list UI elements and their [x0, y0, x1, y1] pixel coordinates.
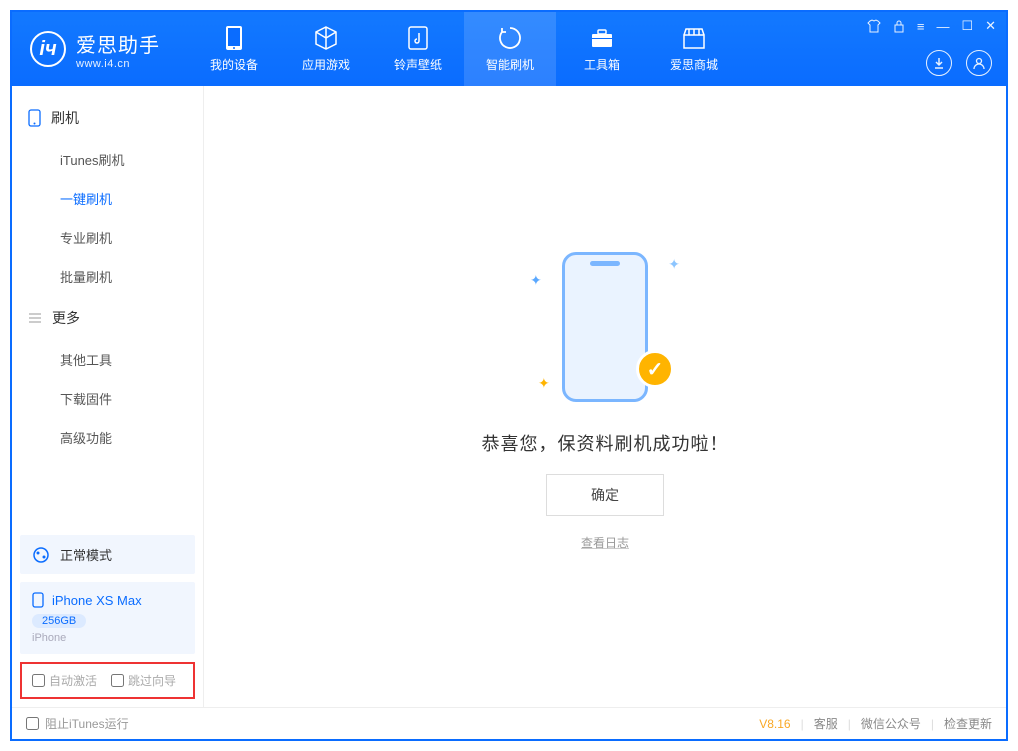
- maximize-button[interactable]: ☐: [961, 18, 973, 34]
- nav-label: 我的设备: [210, 56, 258, 73]
- skip-guide-checkbox[interactable]: 跳过向导: [111, 672, 176, 689]
- sidebar: 刷机 iTunes刷机 一键刷机 专业刷机 批量刷机 更多 其他工具 下载固件 …: [12, 86, 204, 707]
- sidebar-item-download-firmware[interactable]: 下载固件: [12, 379, 203, 418]
- logo-block: iч 爱思助手 www.i4.cn: [12, 12, 178, 86]
- window-controls: ≡ — ☐ ✕: [867, 18, 996, 34]
- nav-label: 智能刷机: [486, 56, 534, 73]
- nav-ringtone-wallpaper[interactable]: 铃声壁纸: [372, 12, 464, 86]
- app-subtitle: www.i4.cn: [76, 58, 160, 70]
- device-type: iPhone: [32, 632, 66, 644]
- sidebar-bottom: 正常模式 iPhone XS Max 256GB iPhone 自动激活 跳过向…: [12, 527, 203, 707]
- menu-icon[interactable]: ≡: [917, 19, 925, 34]
- lock-icon[interactable]: [893, 19, 905, 33]
- sparkle-icon: ✦: [530, 272, 542, 289]
- sidebar-section-flash: 刷机: [12, 96, 203, 140]
- footer-right: V8.16 | 客服 | 微信公众号 | 检查更新: [759, 715, 992, 732]
- download-icon[interactable]: [926, 50, 952, 76]
- footer-link-update[interactable]: 检查更新: [944, 715, 992, 732]
- toolbox-icon: [589, 25, 615, 51]
- phone-icon: [28, 109, 41, 127]
- section-title: 刷机: [51, 108, 79, 128]
- sparkle-icon: ✦: [668, 256, 680, 273]
- app-name: 爱思助手: [76, 29, 160, 58]
- nav-store[interactable]: 爱思商城: [648, 12, 740, 86]
- app-title-text: 爱思助手 www.i4.cn: [76, 29, 160, 70]
- success-message: 恭喜您，保资料刷机成功啦！: [482, 430, 729, 456]
- sidebar-section-more: 更多: [12, 296, 203, 340]
- block-itunes-checkbox[interactable]: 阻止iTunes运行: [26, 715, 129, 732]
- footer: 阻止iTunes运行 V8.16 | 客服 | 微信公众号 | 检查更新: [12, 707, 1006, 739]
- nav-apps-games[interactable]: 应用游戏: [280, 12, 372, 86]
- sidebar-item-pro-flash[interactable]: 专业刷机: [12, 218, 203, 257]
- close-button[interactable]: ✕: [985, 18, 996, 34]
- header-right-icons: [926, 50, 992, 76]
- mode-card[interactable]: 正常模式: [20, 535, 195, 574]
- sidebar-item-advanced[interactable]: 高级功能: [12, 418, 203, 457]
- auto-activate-checkbox[interactable]: 自动激活: [32, 672, 97, 689]
- refresh-shield-icon: [497, 25, 523, 51]
- app-logo-icon: iч: [30, 31, 66, 67]
- version-label: V8.16: [759, 717, 790, 731]
- main-content: ✦ ✦ ✦ ✓ 恭喜您，保资料刷机成功啦！ 确定 查看日志: [204, 86, 1006, 707]
- cube-icon: [313, 25, 339, 51]
- mode-icon: [32, 546, 50, 564]
- nav-label: 铃声壁纸: [394, 56, 442, 73]
- user-icon[interactable]: [966, 50, 992, 76]
- options-row: 自动激活 跳过向导: [20, 662, 195, 699]
- sidebar-scroll: 刷机 iTunes刷机 一键刷机 专业刷机 批量刷机 更多 其他工具 下载固件 …: [12, 86, 203, 527]
- minimize-button[interactable]: —: [936, 19, 949, 34]
- device-name-row: iPhone XS Max: [32, 592, 142, 608]
- device-card[interactable]: iPhone XS Max 256GB iPhone: [20, 582, 195, 654]
- music-file-icon: [405, 25, 431, 51]
- titlebar: iч 爱思助手 www.i4.cn 我的设备 应用游戏 铃声壁纸 智能刷机: [12, 12, 1006, 86]
- sidebar-item-oneclick-flash[interactable]: 一键刷机: [12, 179, 203, 218]
- nav-toolbox[interactable]: 工具箱: [556, 12, 648, 86]
- mode-label: 正常模式: [60, 545, 112, 564]
- success-illustration: ✦ ✦ ✦ ✓: [530, 242, 680, 412]
- device-name: iPhone XS Max: [52, 593, 142, 608]
- main-nav: 我的设备 应用游戏 铃声壁纸 智能刷机 工具箱 爱思商城: [188, 12, 740, 86]
- nav-label: 工具箱: [584, 56, 620, 73]
- storage-badge: 256GB: [32, 614, 86, 628]
- tshirt-icon[interactable]: [867, 19, 881, 33]
- section-title: 更多: [52, 308, 80, 328]
- nav-label: 爱思商城: [670, 56, 718, 73]
- phone-graphic: [562, 252, 648, 402]
- checkmark-badge-icon: ✓: [636, 350, 674, 388]
- app-body: 刷机 iTunes刷机 一键刷机 专业刷机 批量刷机 更多 其他工具 下载固件 …: [12, 86, 1006, 707]
- phone-small-icon: [32, 592, 44, 608]
- sidebar-item-itunes-flash[interactable]: iTunes刷机: [12, 140, 203, 179]
- sparkle-icon: ✦: [538, 375, 550, 392]
- app-window: iч 爱思助手 www.i4.cn 我的设备 应用游戏 铃声壁纸 智能刷机: [10, 10, 1008, 741]
- view-log-link[interactable]: 查看日志: [581, 534, 629, 551]
- nav-my-device[interactable]: 我的设备: [188, 12, 280, 86]
- nav-smart-flash[interactable]: 智能刷机: [464, 12, 556, 86]
- device-icon: [221, 25, 247, 51]
- nav-label: 应用游戏: [302, 56, 350, 73]
- footer-link-wechat[interactable]: 微信公众号: [861, 715, 921, 732]
- store-icon: [681, 25, 707, 51]
- sidebar-item-batch-flash[interactable]: 批量刷机: [12, 257, 203, 296]
- sidebar-item-other-tools[interactable]: 其他工具: [12, 340, 203, 379]
- ok-button[interactable]: 确定: [546, 474, 664, 516]
- list-icon: [28, 312, 42, 324]
- footer-link-support[interactable]: 客服: [814, 715, 838, 732]
